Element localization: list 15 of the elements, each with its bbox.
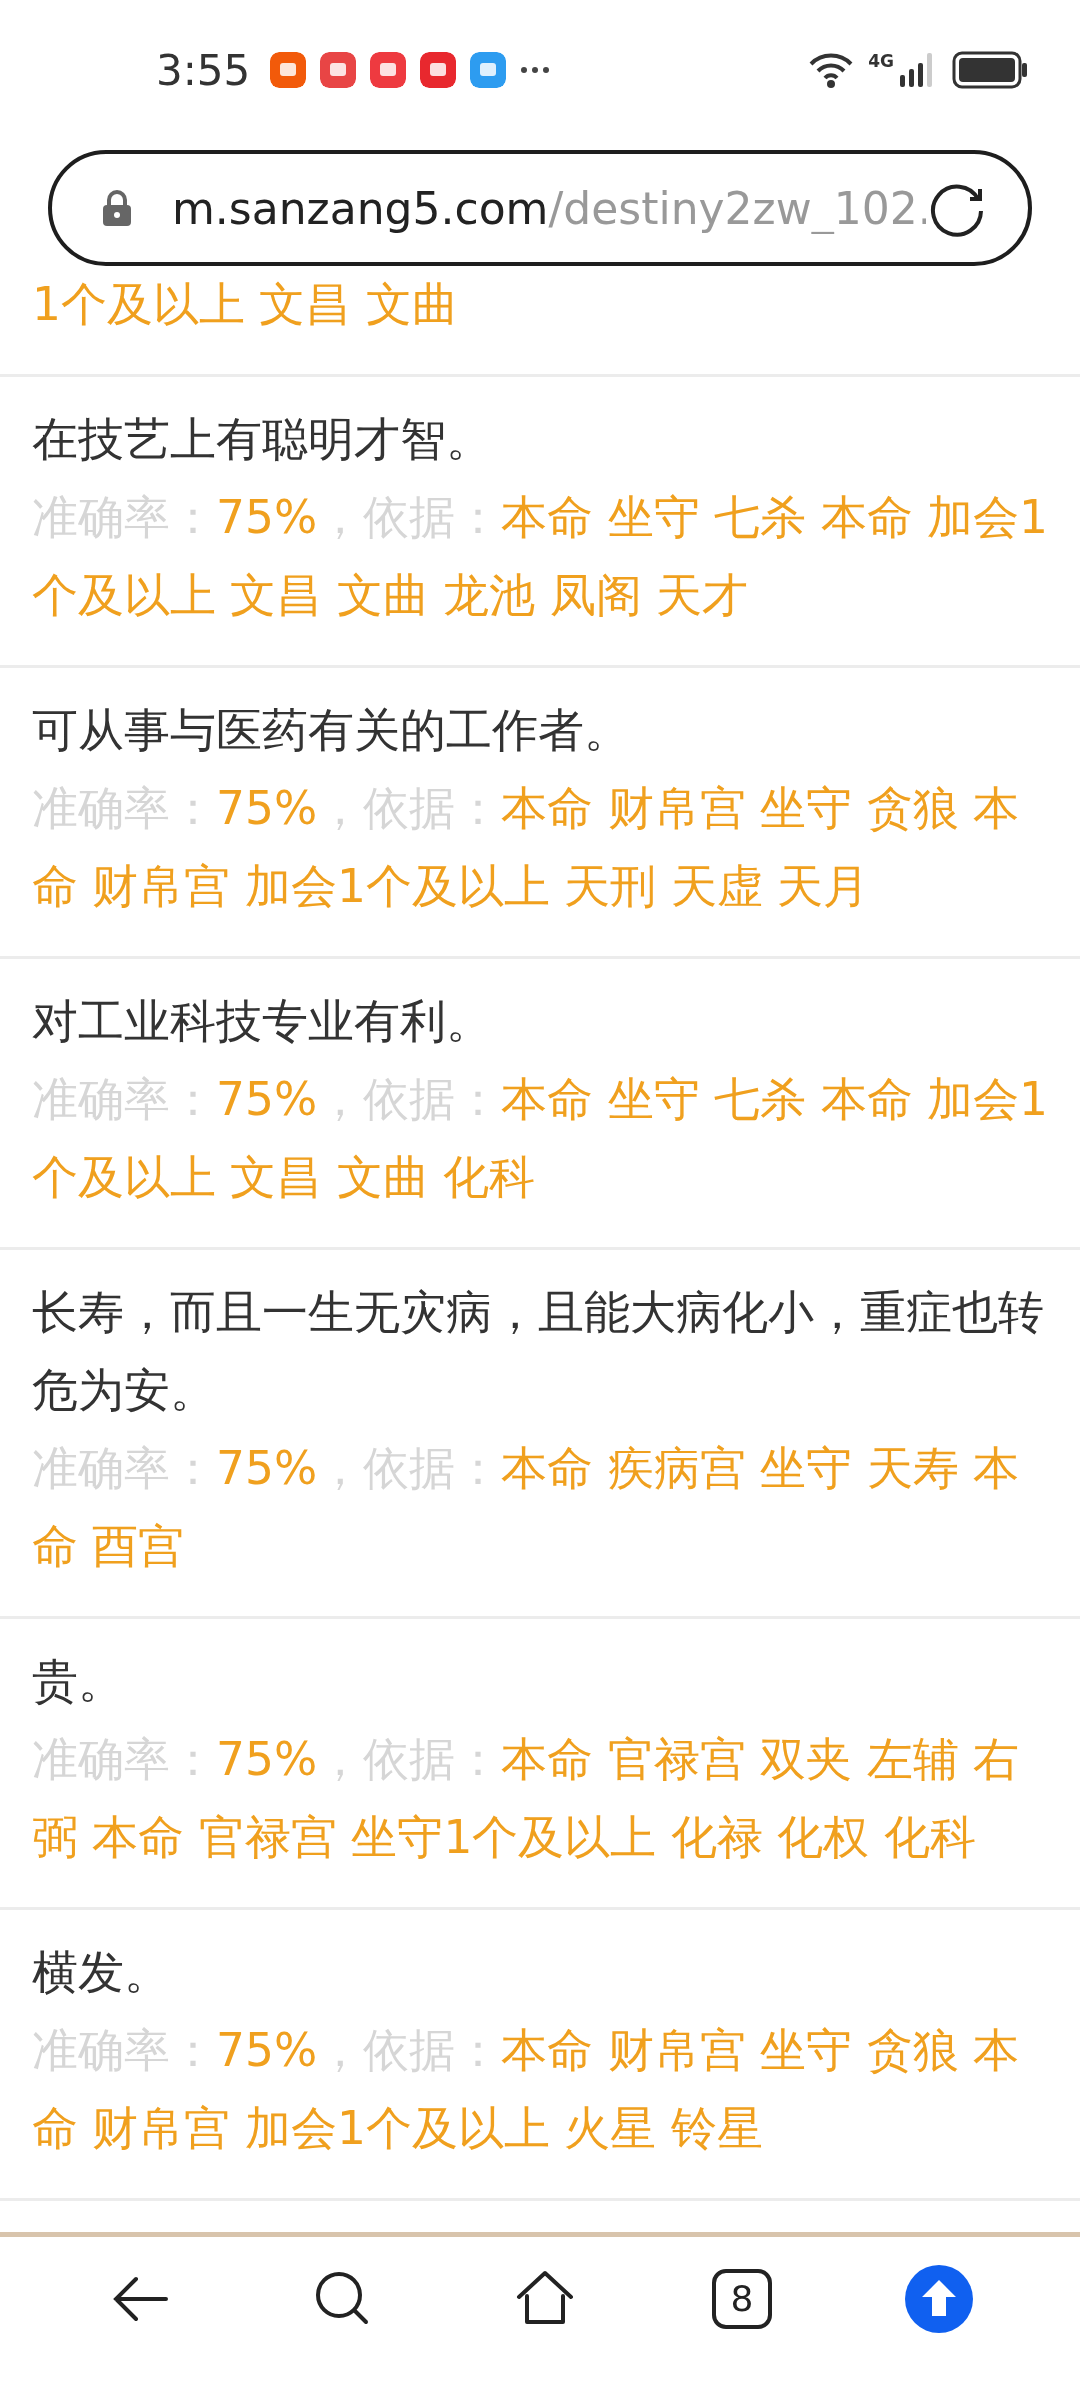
scroll-top-icon[interactable]	[904, 2263, 974, 2334]
network-label: 4G	[868, 51, 894, 71]
more-icon	[520, 66, 551, 74]
tabs-button[interactable]: 8	[712, 2268, 772, 2329]
status-time: 3:55	[156, 45, 251, 95]
wifi-icon	[808, 51, 855, 89]
lock-icon	[102, 189, 132, 227]
result-description: 长寿，而且一生无灾病，且能大病化小，重症也转危为安。	[32, 1285, 1045, 1419]
accuracy-basis-text: 1个及以上 文昌 文曲	[32, 277, 459, 333]
result-description: 可从事与医药有关的工作者。	[32, 703, 631, 759]
result-description: 在技艺上有聪明才智。	[32, 412, 493, 468]
battery-icon	[952, 50, 1028, 90]
result-description: 对工业科技专业有利。	[32, 994, 493, 1050]
result-description: 贵。	[32, 1654, 125, 1710]
result-description: 横发。	[32, 1945, 171, 2001]
